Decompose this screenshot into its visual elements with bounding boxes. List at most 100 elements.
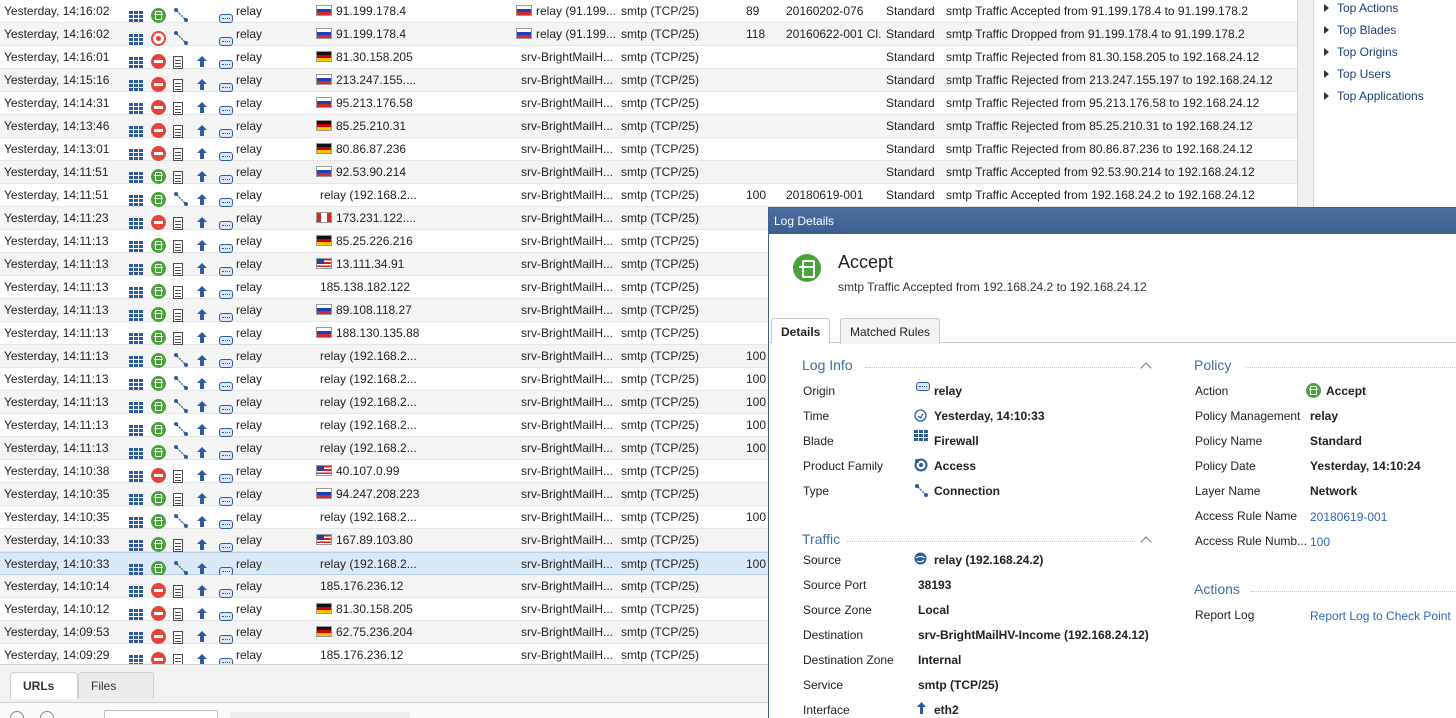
cell-text: smtp (TCP/25) bbox=[621, 96, 700, 110]
cell-text: smtp Traffic Rejected from 81.30.158.205… bbox=[946, 50, 1260, 64]
cell-text: Yesterday, 14:10:35 bbox=[4, 510, 110, 524]
cell-text: 100 bbox=[746, 395, 767, 409]
tab-details[interactable]: Details bbox=[771, 318, 831, 345]
firewall-blade-icon bbox=[129, 586, 144, 598]
expand-arrow-icon[interactable] bbox=[1324, 47, 1329, 56]
panel-divider[interactable] bbox=[1298, 0, 1314, 207]
cell-text: Standard bbox=[886, 73, 935, 87]
blade-cell bbox=[129, 621, 146, 644]
firewall-blade-icon bbox=[129, 11, 144, 23]
time-cell: Yesterday, 14:13:46 bbox=[4, 115, 126, 138]
firewall-blade-icon bbox=[129, 149, 144, 161]
origin-cell: relay bbox=[219, 553, 309, 576]
table-row[interactable]: Yesterday, 14:15:16 relay 213.247.155.... s… bbox=[0, 69, 1297, 92]
accept-icon bbox=[151, 238, 166, 253]
country-flag-icon bbox=[316, 120, 332, 132]
blade-cell bbox=[129, 345, 146, 368]
cell-text: Yesterday, 14:10:35 bbox=[4, 487, 110, 501]
expand-arrow-icon[interactable] bbox=[1324, 69, 1329, 78]
tab-files[interactable]: Files bbox=[78, 672, 154, 699]
refresh-icon[interactable] bbox=[10, 711, 24, 718]
cell-text: relay (192.168.2... bbox=[320, 557, 417, 571]
cell-text: smtp (TCP/25) bbox=[621, 418, 700, 432]
top-actions-item[interactable]: Top Actions bbox=[1324, 0, 1398, 16]
table-row[interactable]: Yesterday, 14:13:46 relay 85.25.210.31 srv-… bbox=[0, 115, 1297, 138]
rule-name-cell: 20160202-076 bbox=[786, 0, 882, 23]
destination-cell: srv-BrightMailH... bbox=[521, 644, 621, 664]
cell-text: relay bbox=[236, 326, 263, 340]
table-row[interactable]: Yesterday, 14:16:01 relay 81.30.158.205 srv… bbox=[0, 46, 1297, 69]
report-log-link[interactable]: Report Log to Check Point bbox=[1310, 609, 1451, 623]
firewall-blade-icon bbox=[129, 425, 144, 437]
log-details-titlebar[interactable]: Log Details bbox=[769, 208, 1456, 234]
action-cell bbox=[151, 207, 168, 230]
log-details-body: Log Info Origin relay Time Yesterday, 14… bbox=[769, 344, 1456, 718]
interface-label: Interface bbox=[803, 703, 850, 717]
expand-arrow-icon[interactable] bbox=[1324, 91, 1329, 100]
table-row[interactable]: Yesterday, 14:16:02 relay 91.199.178.4 rela… bbox=[0, 0, 1297, 23]
destination-zone-value: Internal bbox=[918, 653, 962, 667]
blade-label: Blade bbox=[803, 434, 834, 448]
gateway-icon bbox=[219, 83, 233, 92]
top-statistics-panel: Top Actions Top Blades Top Origins Top U… bbox=[1297, 0, 1456, 207]
log-document-icon bbox=[173, 56, 183, 69]
product-family-label: Product Family bbox=[803, 459, 884, 473]
cell-text: 95.213.176.58 bbox=[336, 96, 413, 110]
accept-icon bbox=[151, 307, 166, 322]
top-blades-item[interactable]: Top Blades bbox=[1324, 22, 1396, 38]
table-row[interactable]: Yesterday, 14:14:31 relay 95.213.176.58 srv… bbox=[0, 92, 1297, 115]
top-users-item[interactable]: Top Users bbox=[1324, 66, 1391, 82]
globe-icon[interactable] bbox=[40, 711, 54, 718]
rule-number-cell bbox=[746, 92, 782, 115]
type-cell bbox=[173, 138, 190, 161]
country-flag-icon bbox=[316, 5, 332, 17]
type-cell bbox=[173, 276, 190, 299]
collapse-chevron-icon[interactable] bbox=[1140, 362, 1152, 374]
tab-matched-rules[interactable]: Matched Rules bbox=[840, 318, 941, 344]
tab-urls[interactable]: URLs bbox=[10, 672, 78, 699]
gateway-icon bbox=[219, 635, 233, 644]
top-origins-item[interactable]: Top Origins bbox=[1324, 44, 1398, 60]
origin-cell: relay bbox=[219, 483, 309, 506]
table-row[interactable]: Yesterday, 14:11:51 relay relay (192.168.2… bbox=[0, 184, 1297, 207]
type-cell bbox=[173, 299, 190, 322]
expand-arrow-icon[interactable] bbox=[1324, 25, 1329, 34]
destination-cell: srv-BrightMailH... bbox=[521, 345, 621, 368]
action-cell bbox=[151, 92, 168, 115]
policy-management-label: Policy Management bbox=[1195, 409, 1301, 423]
gateway-icon bbox=[219, 198, 233, 207]
top-actions-label: Top Actions bbox=[1337, 1, 1399, 15]
cell-text: 91.199.178.4 bbox=[336, 27, 407, 41]
cell-text: srv-BrightMailH... bbox=[521, 50, 614, 64]
access-rule-name-link[interactable]: 20180619-001 bbox=[1310, 510, 1387, 524]
top-applications-item[interactable]: Top Applications bbox=[1324, 88, 1424, 104]
country-flag-icon bbox=[316, 74, 332, 86]
type-cell bbox=[173, 529, 190, 552]
cell-text: 167.89.103.80 bbox=[336, 533, 413, 547]
table-row[interactable]: Yesterday, 14:11:51 relay 92.53.90.214 srv-… bbox=[0, 161, 1297, 184]
reject-icon bbox=[151, 468, 166, 483]
firewall-blade-icon bbox=[129, 655, 144, 664]
cell-text: smtp Traffic Accepted from 92.53.90.214 … bbox=[946, 165, 1255, 179]
access-rule-number-link[interactable]: 100 bbox=[1310, 535, 1330, 549]
source-cell: 185.138.182.122 bbox=[316, 276, 512, 299]
table-row[interactable]: Yesterday, 14:16:02 relay 91.199.178.4 rela… bbox=[0, 23, 1297, 46]
policy-cell: Standard bbox=[886, 69, 944, 92]
service-cell: smtp (TCP/25) bbox=[621, 207, 741, 230]
connection-icon bbox=[174, 352, 188, 367]
type-cell bbox=[173, 368, 190, 391]
search-input[interactable] bbox=[104, 710, 218, 718]
gateway-icon bbox=[916, 382, 930, 391]
service-cell: smtp (TCP/25) bbox=[621, 276, 741, 299]
expand-arrow-icon[interactable] bbox=[1324, 3, 1329, 12]
cell-text: srv-BrightMailH... bbox=[521, 326, 614, 340]
origin-cell: relay bbox=[219, 138, 309, 161]
interface-cell bbox=[196, 506, 213, 529]
rule-name-cell bbox=[786, 161, 882, 184]
collapse-chevron-icon[interactable] bbox=[1140, 536, 1152, 548]
log-details-header: Accept smtp Traffic Accepted from 192.16… bbox=[769, 234, 1456, 321]
table-row[interactable]: Yesterday, 14:13:01 relay 80.86.87.236 srv-… bbox=[0, 138, 1297, 161]
connection-icon bbox=[174, 30, 188, 45]
action-cell bbox=[151, 23, 168, 46]
interface-cell bbox=[196, 69, 213, 92]
